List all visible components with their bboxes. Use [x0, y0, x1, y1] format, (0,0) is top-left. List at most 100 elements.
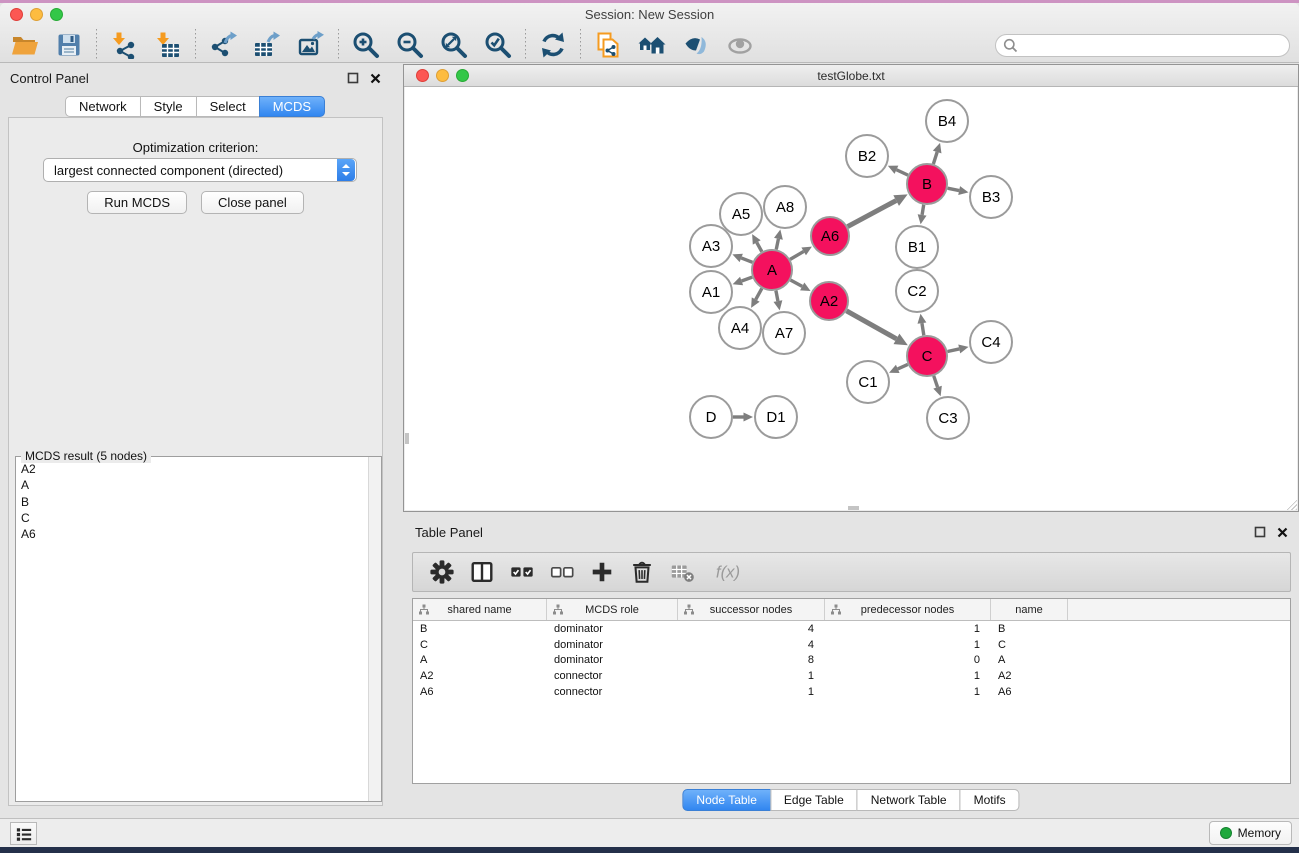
- close-icon: [1277, 527, 1288, 538]
- tab-network[interactable]: Network: [65, 96, 141, 117]
- column-header-name[interactable]: name: [991, 599, 1068, 620]
- mcds-result-item[interactable]: A: [16, 477, 368, 493]
- tab-style[interactable]: Style: [140, 96, 197, 117]
- mcds-result-scrollbar[interactable]: [368, 457, 381, 801]
- vertical-scroll-hint[interactable]: [405, 433, 409, 444]
- table-row[interactable]: A2connector11A2: [413, 668, 1290, 684]
- graph-node-B4[interactable]: B4: [926, 100, 968, 142]
- svg-text:C1: C1: [858, 374, 877, 391]
- graph-node-C4[interactable]: C4: [970, 321, 1012, 363]
- criterion-dropdown[interactable]: largest connected component (directed): [43, 158, 357, 182]
- toggle-visibility-button[interactable]: [680, 29, 712, 61]
- table-tab-edge-table[interactable]: Edge Table: [770, 789, 858, 811]
- table-close-panel-button[interactable]: [1275, 525, 1289, 539]
- graph-node-B1[interactable]: B1: [896, 226, 938, 268]
- graph-node-A2[interactable]: A2: [810, 282, 848, 320]
- main-toolbar: [0, 25, 1299, 65]
- select-all-columns-button[interactable]: [509, 557, 535, 587]
- float-panel-button[interactable]: [346, 71, 360, 85]
- mcds-result-item[interactable]: C: [16, 510, 368, 526]
- graph-node-B2[interactable]: B2: [846, 135, 888, 177]
- graph-node-A4[interactable]: A4: [719, 307, 761, 349]
- export-table-button[interactable]: [251, 29, 283, 61]
- mcds-result-item[interactable]: A6: [16, 526, 368, 542]
- table-cell: C: [413, 639, 547, 651]
- import-network-button[interactable]: [108, 29, 140, 61]
- graph-node-A[interactable]: A: [752, 250, 792, 290]
- network-canvas[interactable]: A A1 A2 A3 A4 A5 A6 A7 A8 B B1 B2 B3B4 C C1 C2 C3C4 D D1: [405, 87, 1297, 510]
- table-row[interactable]: Adominator80A: [413, 652, 1290, 668]
- show-panels-button[interactable]: [10, 822, 37, 845]
- tab-select[interactable]: Select: [196, 96, 260, 117]
- graph-node-A7[interactable]: A7: [763, 312, 805, 354]
- graph-node-B3[interactable]: B3: [970, 176, 1012, 218]
- zoom-in-button[interactable]: [350, 29, 382, 61]
- close-panel-button[interactable]: [368, 71, 382, 85]
- graph-node-C[interactable]: C: [907, 336, 947, 376]
- close-panel-push-button[interactable]: Close panel: [201, 191, 304, 214]
- table-cell: 1: [825, 670, 991, 682]
- toggle-columns-button[interactable]: [469, 557, 495, 587]
- svg-text:C2: C2: [907, 283, 926, 300]
- graph-node-A6[interactable]: A6: [811, 217, 849, 255]
- tab-mcds[interactable]: MCDS: [259, 96, 325, 117]
- horizontal-scroll-hint[interactable]: [848, 506, 859, 510]
- memory-button[interactable]: Memory: [1209, 821, 1292, 845]
- eye-pen-icon: [682, 31, 710, 59]
- copy-network-button[interactable]: [592, 29, 624, 61]
- table-row[interactable]: A6connector11A6: [413, 684, 1290, 700]
- table-float-panel-button[interactable]: [1253, 525, 1267, 539]
- refresh-button[interactable]: [537, 29, 569, 61]
- show-hide-button[interactable]: [724, 29, 756, 61]
- table-tab-network-table[interactable]: Network Table: [857, 789, 961, 811]
- network-graph: A A1 A2 A3 A4 A5 A6 A7 A8 B B1 B2 B3B4 C C1 C2 C3C4 D D1: [405, 87, 1297, 510]
- delete-column-button[interactable]: [629, 557, 655, 587]
- app-title: Session: New Session: [0, 7, 1299, 22]
- graph-node-A3[interactable]: A3: [690, 225, 732, 267]
- function-builder-button[interactable]: f(x): [709, 557, 747, 587]
- table-tab-motifs[interactable]: Motifs: [960, 789, 1020, 811]
- table-settings-button[interactable]: [429, 557, 455, 587]
- control-panel-tabs: NetworkStyleSelectMCDS: [65, 96, 325, 117]
- graph-node-B[interactable]: B: [907, 164, 947, 204]
- deselect-all-columns-button[interactable]: [549, 557, 575, 587]
- toolbar-separator: [580, 29, 581, 61]
- graph-node-C2[interactable]: C2: [896, 270, 938, 312]
- table-delete-icon: [669, 559, 695, 585]
- toolbar-separator: [96, 29, 97, 61]
- graph-node-D1[interactable]: D1: [755, 396, 797, 438]
- export-network-button[interactable]: [207, 29, 239, 61]
- column-header-MCDS-role[interactable]: MCDS role: [547, 599, 678, 620]
- mcds-result-item[interactable]: B: [16, 494, 368, 510]
- graph-node-A8[interactable]: A8: [764, 186, 806, 228]
- export-table-icon: [253, 31, 281, 59]
- import-table-button[interactable]: [152, 29, 184, 61]
- open-file-button[interactable]: [9, 29, 41, 61]
- export-image-button[interactable]: [295, 29, 327, 61]
- table-row[interactable]: Bdominator41B: [413, 621, 1290, 637]
- column-header-predecessor-nodes[interactable]: predecessor nodes: [825, 599, 991, 620]
- save-session-button[interactable]: [53, 29, 85, 61]
- list-icon: [13, 824, 35, 844]
- column-header-successor-nodes[interactable]: successor nodes: [678, 599, 825, 620]
- control-panel-title: Control Panel: [10, 71, 89, 86]
- home-view-button[interactable]: [636, 29, 668, 61]
- add-column-button[interactable]: [589, 557, 615, 587]
- save-icon: [55, 31, 83, 59]
- zoom-fit-button[interactable]: [438, 29, 470, 61]
- zoom-out-button[interactable]: [394, 29, 426, 61]
- delete-table-button[interactable]: [669, 557, 695, 587]
- table-row[interactable]: Cdominator41C: [413, 637, 1290, 653]
- run-mcds-button[interactable]: Run MCDS: [87, 191, 187, 214]
- graph-node-C1[interactable]: C1: [847, 361, 889, 403]
- refresh-icon: [539, 31, 567, 59]
- graph-node-A5[interactable]: A5: [720, 193, 762, 235]
- search-input[interactable]: [995, 34, 1290, 57]
- mcds-result-item[interactable]: A2: [16, 461, 368, 477]
- graph-node-C3[interactable]: C3: [927, 397, 969, 439]
- graph-node-A1[interactable]: A1: [690, 271, 732, 313]
- graph-node-D[interactable]: D: [690, 396, 732, 438]
- table-tab-node-table[interactable]: Node Table: [682, 789, 771, 811]
- zoom-selected-button[interactable]: [482, 29, 514, 61]
- column-header-shared-name[interactable]: shared name: [413, 599, 547, 620]
